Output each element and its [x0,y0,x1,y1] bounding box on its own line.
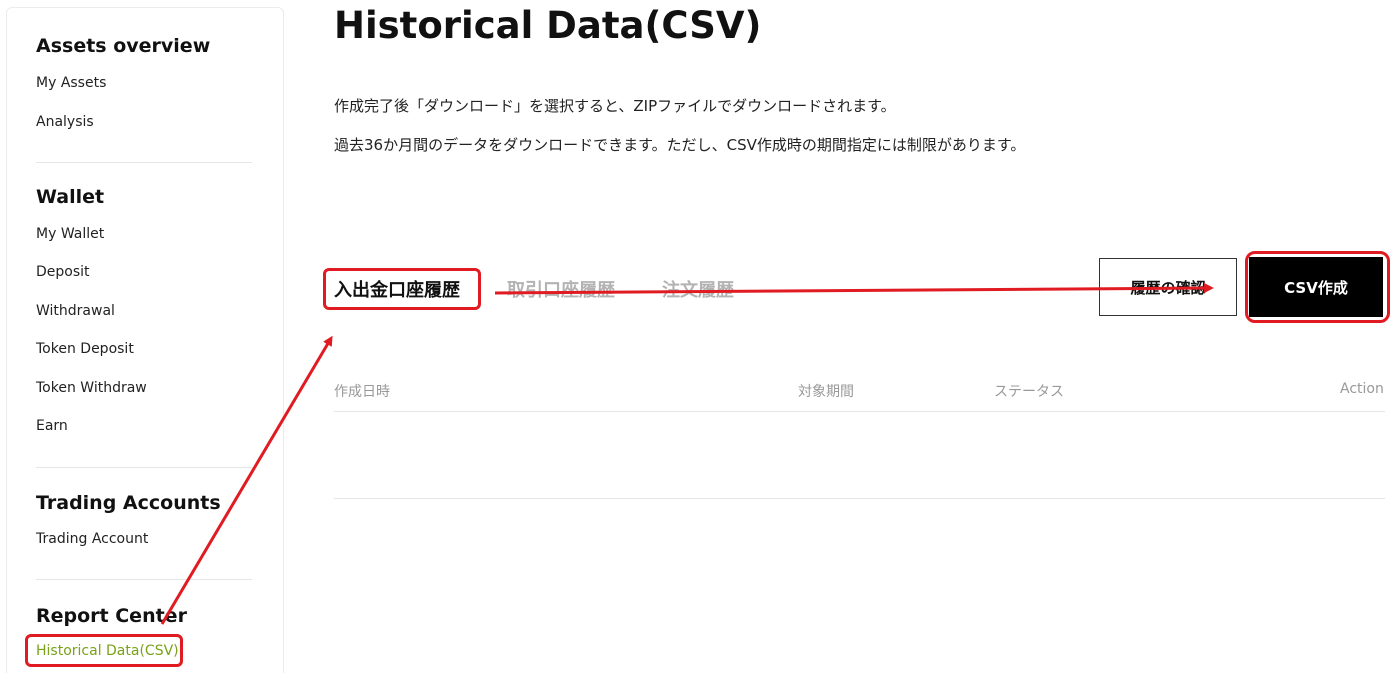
description-line-2: 過去36か月間のデータをダウンロードできます。ただし、CSV作成時の期間指定には… [334,136,1026,154]
table-header-created-at: 作成日時 [334,384,390,400]
sidebar-divider [36,579,252,580]
sidebar-item-token-deposit[interactable]: Token Deposit [36,339,134,359]
sidebar: Assets overview My Assets Analysis Walle… [6,7,284,673]
section-trading: Trading Accounts Trading Account [36,491,252,547]
section-wallet: Wallet My Wallet Deposit Withdrawal Toke… [36,185,252,434]
sidebar-item-trading-account[interactable]: Trading Account [36,529,148,549]
page: Assets overview My Assets Analysis Walle… [0,0,1393,673]
sidebar-item-earn[interactable]: Earn [36,416,68,436]
highlight-box-tab [323,268,481,310]
table-header-period: 対象期間 [798,384,854,400]
table-header-action: Action [1340,381,1384,397]
sidebar-divider [36,162,252,163]
history-check-button[interactable]: 履歴の確認 [1099,258,1237,316]
sidebar-item-token-withdraw[interactable]: Token Withdraw [36,378,147,398]
highlight-box-csv-button [1245,251,1390,323]
sidebar-item-my-wallet[interactable]: My Wallet [36,224,104,244]
sidebar-item-withdrawal[interactable]: Withdrawal [36,301,115,321]
table-header-status: ステータス [994,384,1064,400]
sidebar-item-my-assets[interactable]: My Assets [36,73,106,93]
description-line-1: 作成完了後「ダウンロード」を選択すると、ZIPファイルでダウンロードされます。 [334,97,896,115]
page-title: Historical Data(CSV) [334,4,762,47]
sidebar-item-analysis[interactable]: Analysis [36,112,94,132]
section-heading-report: Report Center [36,605,187,627]
section-assets: Assets overview My Assets Analysis [36,34,252,130]
section-heading-trading: Trading Accounts [36,492,221,514]
sidebar-divider [36,467,252,468]
section-report: Report Center Historical Data(CSV) [36,604,252,659]
section-heading-assets: Assets overview [36,35,211,57]
section-heading-wallet: Wallet [36,186,105,208]
tab-order-history[interactable]: 注文履歴 [662,276,734,302]
sidebar-item-deposit[interactable]: Deposit [36,262,90,282]
tab-trading-account-history[interactable]: 取引口座履歴 [507,276,615,302]
table-header-divider [334,411,1385,412]
highlight-box-sidebar-item [25,634,183,667]
table-bottom-divider [334,498,1385,499]
